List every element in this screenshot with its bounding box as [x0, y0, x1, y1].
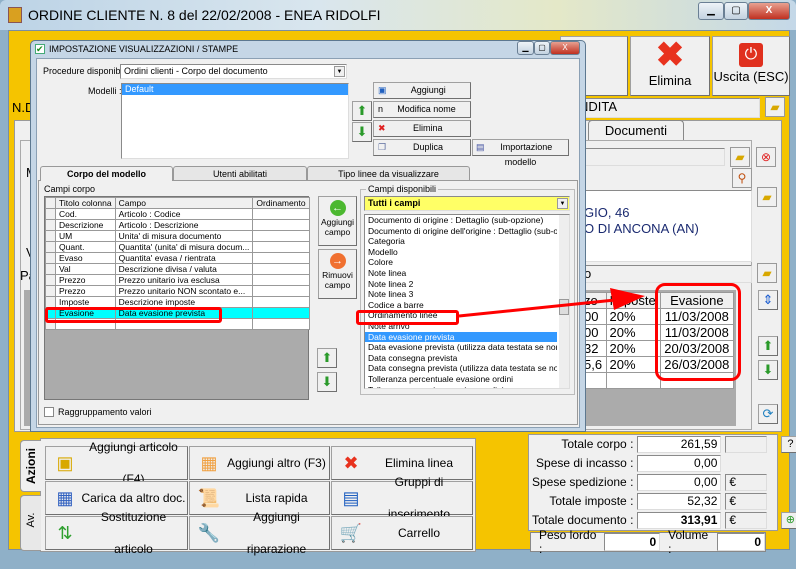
tab-corpo-modello[interactable]: Corpo del modello: [40, 166, 173, 181]
annotation-arrow: [458, 288, 645, 318]
